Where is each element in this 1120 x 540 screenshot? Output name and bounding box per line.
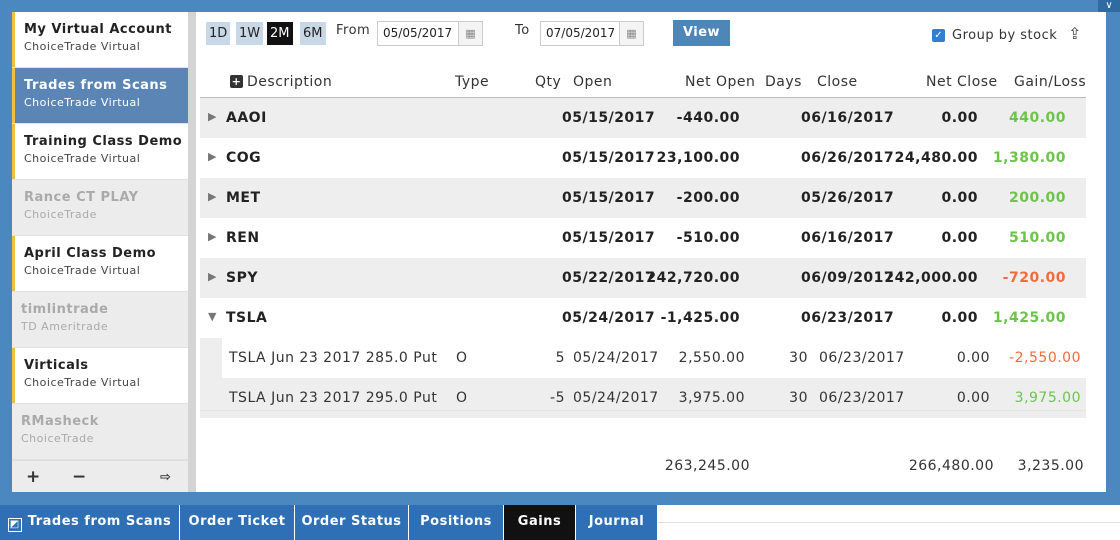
tab-trades-from-scans[interactable]: ◩ Trades from Scans — [0, 505, 180, 540]
export-icon[interactable]: ⇪ — [1068, 24, 1081, 43]
expand-icon[interactable]: ▶ — [208, 230, 217, 243]
column-header-description[interactable]: + Description — [230, 74, 332, 90]
account-broker: ChoiceTrade Virtual — [24, 40, 141, 53]
account-broker: ChoiceTrade Virtual — [24, 264, 141, 277]
group-row-aaoi[interactable]: ▶ AAOI 05/15/2017 -440.00 06/16/2017 0.0… — [200, 98, 1086, 138]
range-6m-button[interactable]: 6M — [300, 22, 326, 45]
column-header-type[interactable]: Type — [455, 74, 489, 90]
account-name: April Class Demo — [24, 246, 157, 261]
to-label: To — [515, 23, 530, 38]
account-broker: ChoiceTrade — [24, 208, 97, 221]
account-name: My Virtual Account — [24, 22, 172, 37]
account-broker: ChoiceTrade Virtual — [24, 96, 141, 109]
column-header-days[interactable]: Days — [765, 74, 802, 90]
range-1w-button[interactable]: 1W — [236, 22, 264, 45]
expand-icon[interactable]: ▶ — [208, 150, 217, 163]
collapse-icon[interactable]: ▼ — [208, 310, 217, 323]
tab-gains[interactable]: Gains — [504, 505, 576, 540]
to-date-input[interactable]: 07/05/2017 ▦ — [540, 21, 644, 46]
gains-table: + Description Type Qty Open Net Open Days… — [200, 70, 1086, 418]
calendar-icon[interactable]: ▦ — [619, 22, 643, 45]
trade-row[interactable]: TSLA Jun 23 2017 295.0 Put O -5 05/24/20… — [200, 378, 1086, 418]
gains-panel: 1D 1W 2M 6M From 05/05/2017 ▦ To 07/05/2… — [196, 12, 1106, 492]
account-name: Training Class Demo — [24, 134, 183, 149]
add-account-icon[interactable]: + — [26, 467, 40, 487]
column-header-gain-loss[interactable]: Gain/Loss — [1014, 74, 1086, 90]
account-name: Trades from Scans — [24, 78, 168, 93]
tab-positions[interactable]: Positions — [409, 505, 504, 540]
tab-journal[interactable]: Journal — [576, 505, 658, 540]
account-broker: ChoiceTrade Virtual — [24, 376, 141, 389]
group-by-stock-label: Group by stock — [952, 28, 1058, 43]
account-item-my-virtual-account[interactable]: My Virtual Account ChoiceTrade Virtual — [12, 12, 188, 68]
column-header-qty[interactable]: Qty — [535, 74, 561, 90]
account-name: RMasheck — [21, 414, 99, 429]
trade-row[interactable]: TSLA Jun 23 2017 285.0 Put O 5 05/24/201… — [200, 338, 1086, 378]
collapse-panel-button[interactable]: ∨ — [1098, 0, 1120, 12]
total-gain-loss: 3,235.00 — [1017, 458, 1084, 474]
account-name: Virticals — [24, 358, 89, 373]
scan-icon: ◩ — [7, 518, 22, 532]
account-broker: ChoiceTrade Virtual — [24, 152, 141, 165]
range-1d-button[interactable]: 1D — [206, 22, 231, 45]
expand-icon[interactable]: ▶ — [208, 190, 217, 203]
account-item-virticals[interactable]: Virticals ChoiceTrade Virtual — [12, 348, 188, 404]
from-date-input[interactable]: 05/05/2017 ▦ — [377, 21, 483, 46]
from-date-value: 05/05/2017 — [383, 26, 453, 40]
view-button[interactable]: View — [673, 20, 730, 46]
remove-account-icon[interactable]: − — [72, 467, 86, 487]
account-item-rmasheck[interactable]: RMasheck ChoiceTrade — [12, 404, 188, 460]
account-name: timlintrade — [21, 302, 109, 317]
column-header-open[interactable]: Open — [573, 74, 612, 90]
column-header-net-open[interactable]: Net Open — [685, 74, 755, 90]
expand-all-icon[interactable]: + — [230, 75, 243, 88]
group-row-tsla[interactable]: ▼ TSLA 05/24/2017 -1,425.00 06/23/2017 0… — [200, 298, 1086, 338]
account-item-rance-ct-play[interactable]: Rance CT PLAY ChoiceTrade — [12, 180, 188, 236]
column-header-close[interactable]: Close — [817, 74, 858, 90]
group-row-spy[interactable]: ▶ SPY 05/22/2017 242,720.00 06/09/2017 2… — [200, 258, 1086, 298]
to-date-value: 07/05/2017 — [546, 26, 616, 40]
account-broker: TD Ameritrade — [21, 320, 109, 333]
account-item-training-class-demo[interactable]: Training Class Demo ChoiceTrade Virtual — [12, 124, 188, 180]
tab-order-ticket[interactable]: Order Ticket — [180, 505, 295, 540]
range-2m-button[interactable]: 2M — [267, 22, 293, 45]
account-list-footer: + − ⇨ — [12, 460, 188, 492]
group-row-cog[interactable]: ▶ COG 05/15/2017 23,100.00 06/26/2017 24… — [200, 138, 1086, 178]
tab-order-status[interactable]: Order Status — [295, 505, 409, 540]
group-by-stock-checkbox[interactable]: ✓ — [932, 29, 945, 42]
group-row-met[interactable]: ▶ MET 05/15/2017 -200.00 05/26/2017 0.00… — [200, 178, 1086, 218]
from-label: From — [336, 23, 371, 38]
account-item-april-class-demo[interactable]: April Class Demo ChoiceTrade Virtual — [12, 236, 188, 292]
expand-icon[interactable]: ▶ — [208, 270, 217, 283]
account-list: My Virtual Account ChoiceTrade Virtual T… — [12, 12, 188, 492]
column-header-net-close[interactable]: Net Close — [926, 74, 998, 90]
total-net-close: 266,480.00 — [908, 458, 994, 474]
account-item-trades-from-scans[interactable]: Trades from Scans ChoiceTrade Virtual — [12, 68, 188, 124]
table-header: + Description Type Qty Open Net Open Days… — [200, 70, 1086, 98]
sidebar-splitter[interactable] — [188, 12, 196, 492]
account-item-timlintrade[interactable]: timlintrade TD Ameritrade — [12, 292, 188, 348]
account-broker: ChoiceTrade — [21, 432, 94, 445]
table-divider — [200, 410, 1086, 411]
expand-icon[interactable]: ▶ — [208, 110, 217, 123]
bottom-tab-bar: ◩ Trades from Scans Order Ticket Order St… — [0, 505, 1120, 540]
total-net-open: 263,245.00 — [664, 458, 750, 474]
account-name: Rance CT PLAY — [24, 190, 139, 205]
group-row-ren[interactable]: ▶ REN 05/15/2017 -510.00 06/16/2017 0.00… — [200, 218, 1086, 258]
logout-icon[interactable]: ⇨ — [160, 470, 171, 485]
calendar-icon[interactable]: ▦ — [458, 22, 482, 45]
